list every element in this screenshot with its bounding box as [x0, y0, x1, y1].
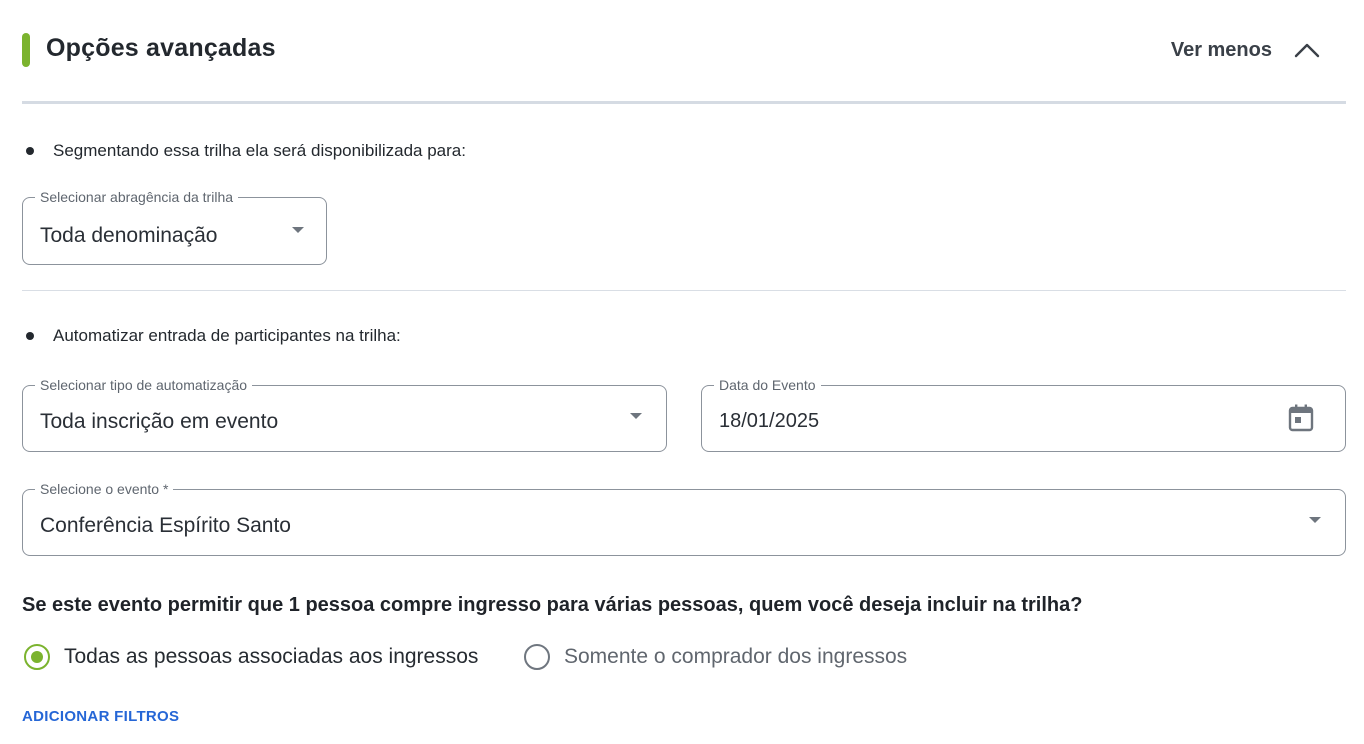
- radio-buyer-only-label: Somente o comprador dos ingressos: [564, 645, 908, 668]
- automation-type-select[interactable]: Selecionar tipo de automatização Toda in…: [22, 376, 667, 452]
- section-divider: [22, 290, 1346, 291]
- radio-all-ticket-holders[interactable]: Todas as pessoas associadas aos ingresso…: [24, 644, 478, 670]
- bullet-dot: [26, 147, 34, 155]
- bullet-dot: [26, 332, 34, 340]
- radio-buyer-only[interactable]: Somente o comprador dos ingressos: [524, 644, 907, 670]
- radio-unchecked-icon[interactable]: [524, 644, 550, 670]
- caret-down-icon: [292, 227, 304, 233]
- automation-type-label: Selecionar tipo de automatização: [35, 376, 253, 394]
- page-title: Opções avançadas: [46, 34, 276, 62]
- radio-all-ticket-holders-label: Todas as pessoas associadas aos ingresso…: [64, 645, 479, 668]
- header-divider: [22, 101, 1346, 104]
- scope-select-value: Toda denominação: [40, 224, 218, 247]
- event-date-value: 18/01/2025: [719, 410, 820, 432]
- add-filters-button[interactable]: ADICIONAR FILTROS: [22, 708, 179, 725]
- event-select[interactable]: Selecione o evento * Conferência Espírit…: [22, 480, 1346, 556]
- section-accent-bar: [22, 33, 30, 67]
- caret-down-icon: [630, 413, 642, 419]
- scope-select-label: Selecionar abragência da trilha: [35, 188, 239, 206]
- scope-select[interactable]: Selecionar abragência da trilha Toda den…: [22, 188, 327, 265]
- automation-type-value: Toda inscrição em evento: [40, 410, 279, 433]
- segment-bullet: Segmentando essa trilha ela será disponi…: [22, 141, 466, 161]
- see-less-label: Ver menos: [1170, 38, 1272, 61]
- ticket-question: Se este evento permitir que 1 pessoa com…: [22, 594, 1083, 616]
- automation-bullet-text: Automatizar entrada de participantes na …: [53, 326, 401, 345]
- event-select-value: Conferência Espírito Santo: [40, 514, 291, 537]
- segment-bullet-text: Segmentando essa trilha ela será disponi…: [53, 141, 466, 160]
- caret-down-icon: [1309, 517, 1321, 523]
- event-select-label: Selecione o evento *: [35, 480, 174, 498]
- radio-checked-icon[interactable]: [24, 644, 50, 670]
- chevron-up-icon: [1294, 43, 1320, 58]
- advanced-options-header: Opções avançadas Ver menos: [22, 32, 1346, 72]
- automation-bullet: Automatizar entrada de participantes na …: [22, 326, 401, 346]
- event-date-field[interactable]: Data do Evento 18/01/2025: [701, 376, 1346, 452]
- see-less-toggle[interactable]: Ver menos: [1171, 34, 1320, 66]
- calendar-icon[interactable]: [1287, 403, 1315, 433]
- event-date-label: Data do Evento: [714, 376, 821, 394]
